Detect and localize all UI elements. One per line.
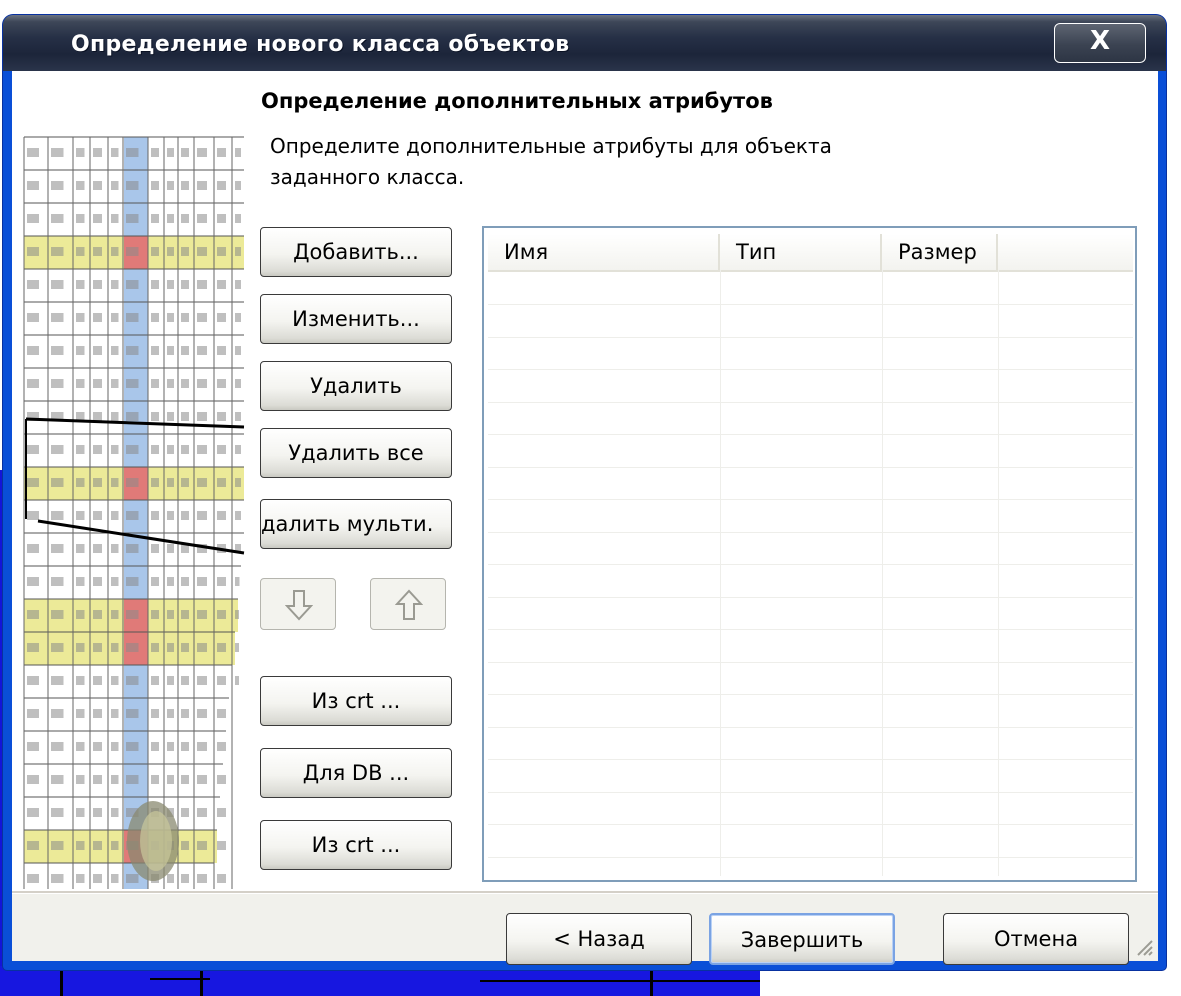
grid-column-line — [720, 270, 721, 876]
grid-column-line — [998, 270, 999, 876]
edit-attribute-button[interactable]: Изменить... — [260, 294, 452, 344]
grid-row-line — [488, 401, 1133, 403]
move-down-button[interactable] — [260, 578, 336, 630]
grid-row-line — [488, 629, 1133, 630]
grid-row-line — [488, 466, 1133, 468]
window-title: Определение нового класса объектов — [71, 32, 570, 57]
grid-row-line — [488, 791, 1133, 793]
grid-row-line — [488, 531, 1133, 533]
grid-column-line — [882, 270, 883, 876]
grid-row-line — [488, 499, 1133, 500]
for-db-button[interactable]: Для DB ... — [260, 748, 452, 798]
move-up-button[interactable] — [370, 578, 446, 630]
wizard-window: Определение нового класса объектов X Опр… — [3, 15, 1166, 970]
desktop-background-bottom — [0, 966, 760, 996]
grid-row-line — [488, 856, 1133, 858]
grid-row-line — [488, 564, 1133, 565]
arrow-down-icon — [285, 590, 313, 621]
grid-row-line — [488, 661, 1133, 663]
close-button[interactable]: X — [1054, 23, 1146, 63]
add-attribute-button[interactable]: Добавить... — [260, 227, 452, 277]
grid-row-line — [488, 304, 1133, 305]
page-heading: Определение дополнительных атрибутов — [261, 89, 773, 113]
delete-multi-button[interactable]: далить мульти. — [260, 499, 452, 549]
grid-row-line — [488, 596, 1133, 598]
delete-all-button[interactable]: Удалить все — [260, 428, 452, 478]
wizard-page: Определение дополнительных атрибутов Опр… — [12, 71, 1158, 891]
close-icon: X — [1089, 26, 1111, 56]
dialog-client-area: Определение дополнительных атрибутов Опр… — [12, 71, 1158, 965]
list-header: Имя Тип Размер — [488, 234, 1133, 272]
grid-row-line — [488, 824, 1133, 825]
grid-row-line — [488, 694, 1133, 695]
column-header-type[interactable]: Тип — [720, 234, 882, 270]
grid-row-line — [488, 759, 1133, 760]
title-bar[interactable]: Определение нового класса объектов X — [3, 15, 1166, 71]
description-line-2: заданного класса. — [270, 165, 465, 189]
grid-row-line — [488, 726, 1133, 728]
column-header-name[interactable]: Имя — [488, 234, 720, 270]
finish-button[interactable]: Завершить — [709, 913, 895, 965]
grid-row-line — [488, 336, 1133, 338]
description-line-1: Определите дополнительные атрибуты для о… — [270, 134, 832, 158]
footer-separator — [12, 891, 1158, 894]
grid-row-line — [488, 369, 1133, 370]
column-header-size[interactable]: Размер — [882, 234, 998, 270]
cancel-button[interactable]: Отмена — [943, 913, 1129, 965]
back-button[interactable]: < Назад — [506, 913, 692, 965]
from-crt-button-2[interactable]: Из crt ... — [260, 820, 452, 870]
grid-row-line — [488, 434, 1133, 435]
arrow-up-icon — [395, 589, 423, 620]
delete-attribute-button[interactable]: Удалить — [260, 361, 452, 411]
attributes-list[interactable]: Имя Тип Размер — [482, 226, 1137, 882]
from-crt-button-1[interactable]: Из crt ... — [260, 676, 452, 726]
page-description: Определите дополнительные атрибуты для о… — [270, 131, 970, 193]
resize-grip-icon[interactable] — [1134, 937, 1154, 957]
wizard-illustration — [23, 136, 245, 889]
